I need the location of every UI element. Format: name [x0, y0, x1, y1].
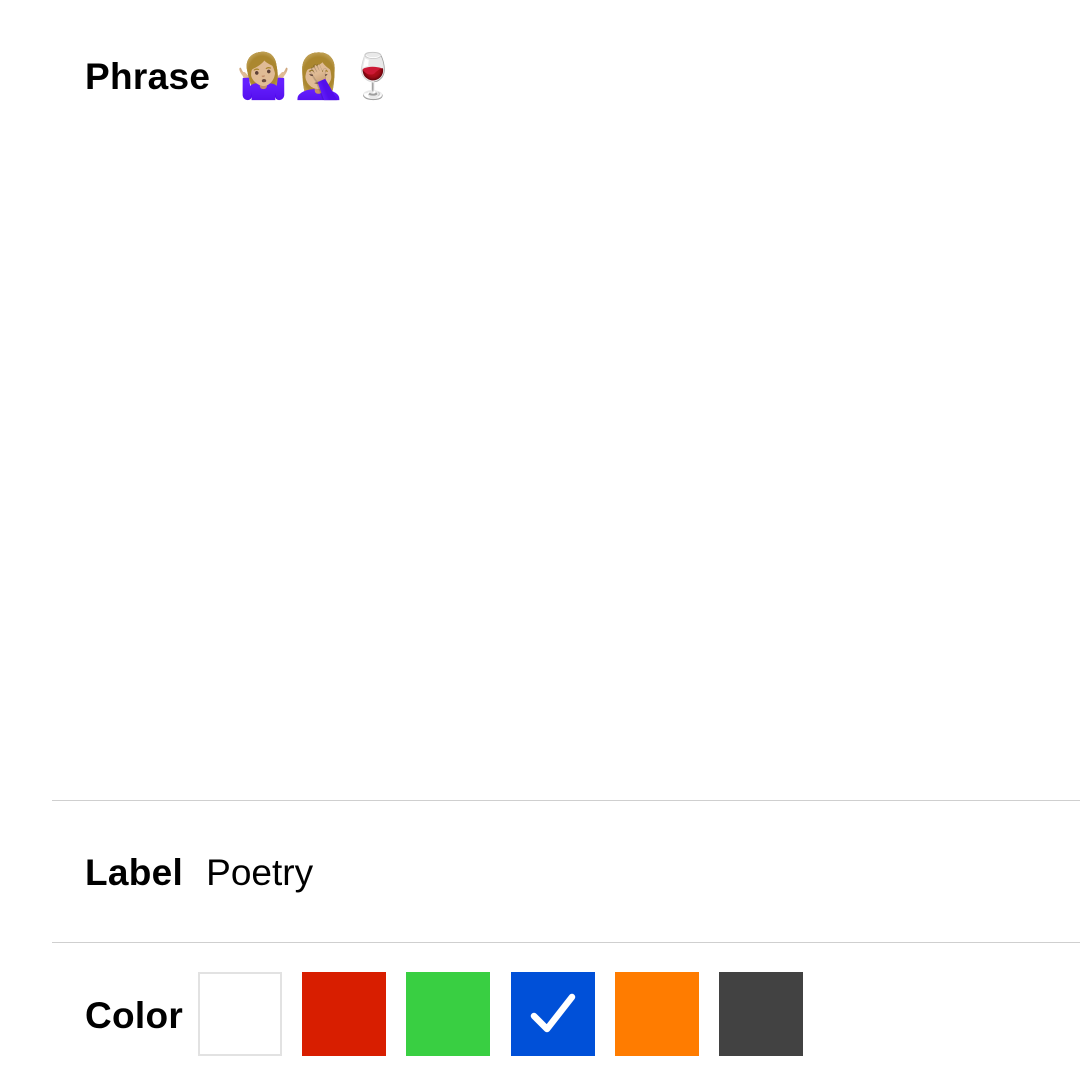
phrase-input[interactable]: 🤷🏼‍♀️🤦🏼‍♀️🍷 — [236, 50, 400, 104]
label-field: Label Poetry — [85, 848, 313, 898]
divider — [52, 800, 1080, 801]
phrase-label: Phrase — [85, 56, 211, 97]
color-swatch-white[interactable] — [198, 972, 282, 1056]
color-label: Color — [85, 995, 184, 1036]
divider — [52, 942, 1080, 943]
phrase-field: Phrase 🤷🏼‍♀️🤦🏼‍♀️🍷 — [85, 50, 401, 104]
color-swatch-orange[interactable] — [615, 972, 699, 1056]
color-field: Color — [85, 972, 803, 1056]
color-swatch-dark-gray[interactable] — [719, 972, 803, 1056]
phrase-text-area[interactable] — [52, 110, 1080, 800]
label-label: Label — [85, 852, 184, 893]
edit-card-screen: Phrase 🤷🏼‍♀️🤦🏼‍♀️🍷 Label Poetry Color — [0, 0, 1080, 1080]
color-swatch-blue[interactable] — [511, 972, 595, 1056]
label-input[interactable]: Poetry — [206, 852, 313, 894]
color-swatch-red[interactable] — [302, 972, 386, 1056]
color-swatch-green[interactable] — [406, 972, 490, 1056]
checkmark-icon — [530, 993, 576, 1033]
